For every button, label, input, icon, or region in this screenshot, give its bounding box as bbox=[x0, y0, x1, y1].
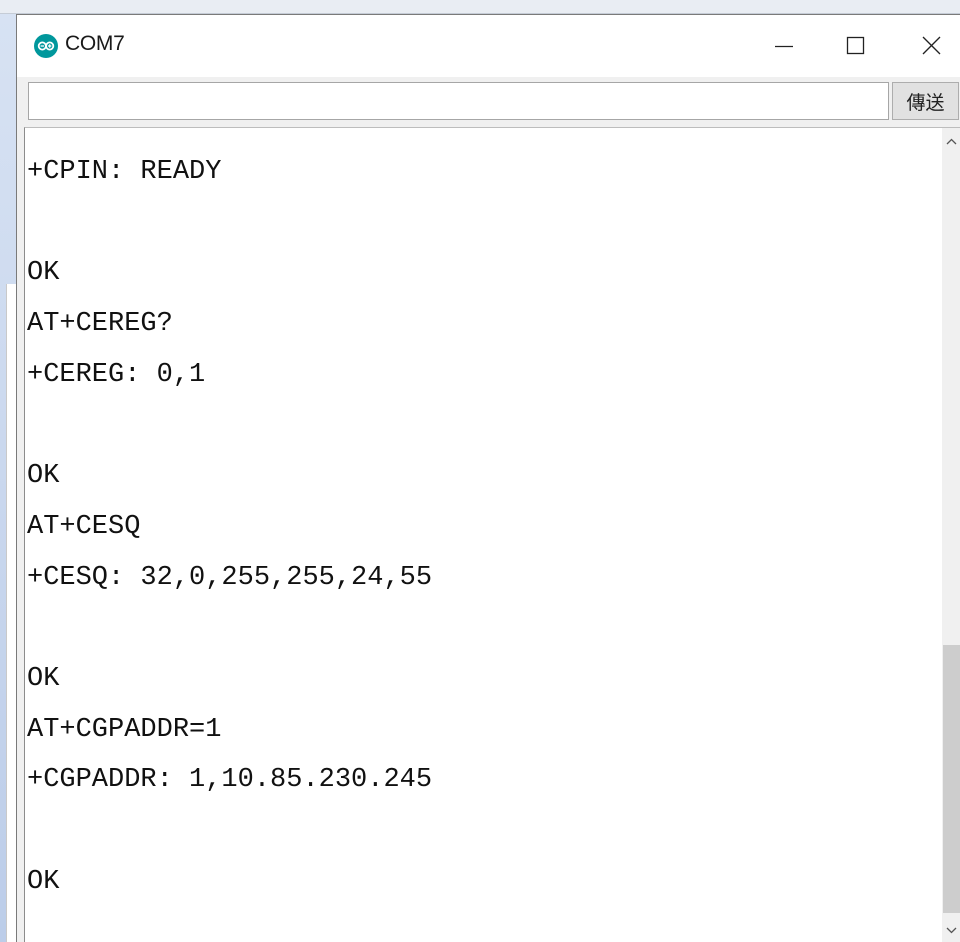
vertical-scrollbar[interactable] bbox=[942, 128, 960, 942]
background-app-toolbar bbox=[0, 0, 960, 14]
window-title: COM7 bbox=[65, 32, 125, 55]
chevron-down-icon bbox=[946, 927, 957, 934]
output-line: +CEREG: 0,1 bbox=[27, 359, 206, 390]
minimize-icon bbox=[775, 45, 793, 48]
output-line: AT+CESQ bbox=[27, 511, 141, 542]
output-line: +CGPADDR: 1,10.85.230.245 bbox=[27, 765, 433, 796]
send-button[interactable]: 傳送 bbox=[892, 82, 959, 120]
arduino-icon bbox=[34, 34, 58, 58]
scroll-down-button[interactable] bbox=[942, 916, 960, 942]
output-line: AT+CGPADDR=1 bbox=[27, 714, 222, 745]
title-bar[interactable]: COM7 bbox=[17, 15, 960, 77]
serial-monitor-window: COM7 傳送 +CPIN: READY OK AT+CEREG? +CEREG: 0… bbox=[16, 14, 960, 942]
serial-output[interactable]: +CPIN: READY OK AT+CEREG? +CEREG: 0,1 OK AT+C… bbox=[24, 127, 960, 942]
background-document-edge bbox=[6, 284, 16, 942]
minimize-button[interactable] bbox=[748, 15, 818, 77]
output-line: AT+CEREG? bbox=[27, 309, 173, 340]
scrollbar-thumb[interactable] bbox=[943, 645, 960, 913]
scroll-up-button[interactable] bbox=[942, 128, 960, 156]
output-line: OK bbox=[27, 461, 60, 492]
close-icon bbox=[922, 36, 941, 55]
maximize-button[interactable] bbox=[820, 15, 890, 77]
output-line: +CESQ: 32,0,255,255,24,55 bbox=[27, 562, 433, 593]
chevron-up-icon bbox=[946, 138, 957, 145]
output-line: OK bbox=[27, 258, 60, 289]
send-bar: 傳送 bbox=[17, 77, 960, 127]
close-button[interactable] bbox=[890, 15, 960, 77]
output-line: OK bbox=[27, 866, 60, 897]
background-app-margin bbox=[0, 14, 16, 942]
output-line: OK bbox=[27, 663, 60, 694]
output-line: +CPIN: READY bbox=[27, 157, 222, 187]
maximize-icon bbox=[846, 36, 865, 55]
output-lines: +CPIN: READY OK AT+CEREG? +CEREG: 0,1 OK AT+C… bbox=[25, 147, 935, 907]
send-input[interactable] bbox=[28, 82, 889, 120]
